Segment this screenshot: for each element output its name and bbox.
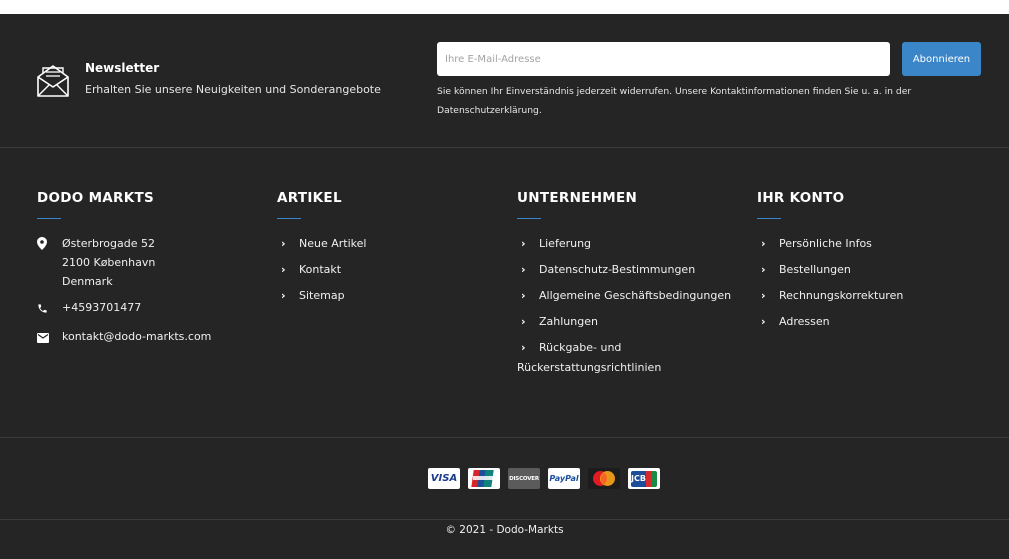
jcb-card-icon: JCB	[628, 468, 660, 489]
link-label: Persönliche Infos	[779, 237, 872, 250]
unionpay-card-icon	[468, 468, 500, 489]
account-title: IHR KONTO	[757, 190, 845, 206]
jcb-label: JCB	[631, 470, 646, 487]
address-line1: Østerbrogade 52	[62, 237, 155, 250]
link-label: Lieferung	[539, 237, 592, 250]
title-underline	[277, 218, 301, 219]
location-pin-icon	[37, 234, 62, 291]
link-label: Zahlungen	[539, 315, 598, 328]
footer-divider-top	[0, 147, 1009, 148]
link-lieferung[interactable]: › Lieferung	[517, 234, 737, 254]
address-line2: 2100 København	[62, 256, 156, 269]
title-underline	[757, 218, 781, 219]
account-column: IHR KONTO › Persönliche Infos › Bestellung…	[757, 189, 992, 338]
link-label: Rechnungskorrekturen	[779, 289, 904, 302]
newsletter-consent-text: Sie können Ihr Einverständnis jederzeit …	[437, 86, 912, 116]
chevron-right-icon: ›	[521, 289, 526, 302]
link-bestellungen[interactable]: › Bestellungen	[757, 260, 992, 280]
store-phone: +4593701477	[37, 298, 272, 320]
link-label: Bestellungen	[779, 263, 851, 276]
chevron-right-icon: ›	[521, 263, 526, 276]
payment-methods: VISA DISCOVER PayPal JCB	[428, 468, 660, 489]
store-info-title: DODO MARKTS	[37, 190, 155, 206]
chevron-right-icon: ›	[281, 237, 286, 250]
mail-icon	[37, 327, 62, 349]
title-underline	[517, 218, 541, 219]
link-neue-artikel[interactable]: › Neue Artikel	[277, 234, 512, 254]
chevron-right-icon: ›	[761, 237, 766, 250]
link-adressen[interactable]: › Adressen	[757, 312, 992, 332]
phone-number[interactable]: +4593701477	[62, 298, 141, 320]
email-address[interactable]: kontakt@dodo-markts.com	[62, 327, 211, 349]
chevron-right-icon: ›	[281, 263, 286, 276]
footer-divider-bottom	[0, 519, 1009, 520]
chevron-right-icon: ›	[521, 315, 526, 328]
link-label: Allgemeine Geschäftsbedingungen	[539, 289, 732, 302]
store-email: kontakt@dodo-markts.com	[37, 327, 272, 349]
discover-card-icon: DISCOVER	[508, 468, 540, 489]
articles-title: ARTIKEL	[277, 190, 342, 206]
link-sitemap[interactable]: › Sitemap	[277, 286, 512, 306]
link-label: Rückgabe- und Rückerstattungsrichtlinien	[517, 341, 662, 374]
store-address: Østerbrogade 52 2100 København Denmark	[37, 234, 272, 291]
articles-column: ARTIKEL › Neue Artikel › Kontakt › Sitemap	[277, 189, 512, 312]
newsletter-email-input[interactable]	[437, 42, 890, 76]
chevron-right-icon: ›	[761, 315, 766, 328]
link-zahlungen[interactable]: › Zahlungen	[517, 312, 737, 332]
link-rechnungskorrekturen[interactable]: › Rechnungskorrekturen	[757, 286, 992, 306]
link-rueckgabe[interactable]: › Rückgabe- und Rückerstattungsrichtlinie…	[517, 338, 737, 378]
company-title: UNTERNEHMEN	[517, 190, 638, 206]
chevron-right-icon: ›	[521, 341, 526, 354]
company-column: UNTERNEHMEN › Lieferung › Datenschutz-Best…	[517, 189, 737, 384]
address-line3: Denmark	[62, 275, 113, 288]
link-label: Sitemap	[299, 289, 345, 302]
link-label: Kontakt	[299, 263, 342, 276]
chevron-right-icon: ›	[281, 289, 286, 302]
link-label: Neue Artikel	[299, 237, 367, 250]
link-label: Datenschutz-Bestimmungen	[539, 263, 696, 276]
visa-card-icon: VISA	[428, 468, 460, 489]
newsletter-envelope-icon	[37, 65, 69, 97]
subscribe-button[interactable]: Abonnieren	[902, 42, 981, 76]
link-datenschutz[interactable]: › Datenschutz-Bestimmungen	[517, 260, 737, 280]
store-info-column: DODO MARKTS Østerbrogade 52 2100 Københa…	[37, 189, 272, 356]
title-underline	[37, 218, 61, 219]
link-label: Adressen	[779, 315, 830, 328]
site-footer: Newsletter Erhalten Sie unsere Neuigkeit…	[0, 14, 1009, 559]
newsletter-subtitle: Erhalten Sie unsere Neuigkeiten und Sond…	[85, 83, 381, 96]
phone-icon	[37, 298, 62, 320]
chevron-right-icon: ›	[521, 237, 526, 250]
copyright-text: © 2021 - Dodo-Markts	[445, 524, 564, 536]
newsletter-title: Newsletter	[85, 61, 160, 75]
mastercard-card-icon	[588, 468, 620, 489]
chevron-right-icon: ›	[761, 289, 766, 302]
footer-divider-middle	[0, 437, 1009, 438]
chevron-right-icon: ›	[761, 263, 766, 276]
paypal-card-icon: PayPal	[548, 468, 580, 489]
link-persoenliche-infos[interactable]: › Persönliche Infos	[757, 234, 992, 254]
link-agb[interactable]: › Allgemeine Geschäftsbedingungen	[517, 286, 737, 306]
link-kontakt[interactable]: › Kontakt	[277, 260, 512, 280]
